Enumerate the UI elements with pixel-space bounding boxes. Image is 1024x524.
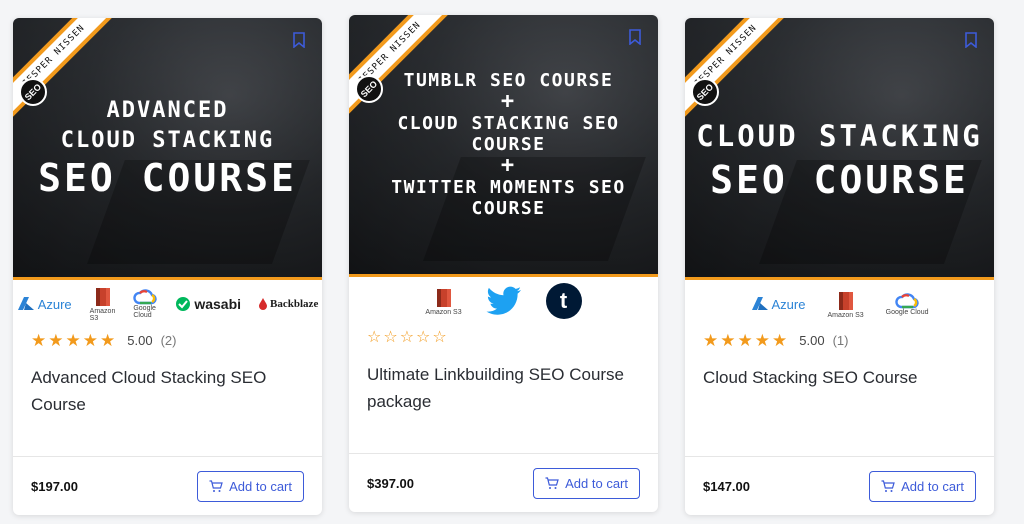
thumbnail-line: TWITTER MOMENTS SEO COURSE (391, 177, 626, 219)
logo-label: Amazon S3 (827, 311, 864, 319)
star-empty-icon: ☆ (432, 329, 447, 346)
amazon-s3-logo: Amazon S3 (425, 287, 462, 316)
rating: ☆ ☆ ☆ ☆ ☆ (349, 325, 658, 349)
product-thumbnail[interactable]: JESPER NISSEN SEO TUMBLR SEO COURSE + CL… (349, 15, 658, 277)
azure-icon (751, 297, 768, 310)
product-card[interactable]: JESPER NISSEN SEO CLOUD STACKING SEO COU… (685, 18, 994, 515)
platform-logos: Azure Amazon S3 Google Cloud wasabi Back… (13, 280, 322, 328)
amazon-s3-logo: Amazon S3 (89, 286, 116, 322)
google-cloud-logo: Google Cloud (885, 292, 929, 316)
thumbnail-line: CLOUD STACKING (60, 127, 275, 153)
bookmark-icon[interactable] (292, 32, 306, 48)
add-to-cart-button[interactable]: Add to cart (869, 470, 976, 502)
platform-logos: Azure Amazon S3 Google Cloud (685, 280, 994, 328)
wasabi-icon (176, 297, 191, 311)
rating-count: (1) (832, 332, 849, 348)
star-icon: ★ (31, 330, 47, 350)
add-to-cart-label: Add to cart (901, 478, 964, 494)
product-name[interactable]: Cloud Stacking SEO Course (685, 352, 994, 428)
star-empty-icon: ☆ (383, 329, 398, 346)
thumbnail-line: CLOUD STACKING SEO COURSE (397, 113, 620, 155)
thumbnail-line: SEO COURSE (38, 155, 297, 200)
logo-label: Google Cloud (885, 308, 929, 316)
price: $397.00 (367, 475, 414, 491)
logo-label: Amazon S3 (89, 308, 116, 322)
amazon-s3-icon (436, 288, 451, 307)
backblaze-logo: Backblaze (259, 298, 318, 310)
thumbnail-line: ADVANCED (106, 97, 229, 123)
azure-logo: Azure (17, 297, 72, 312)
cart-icon (545, 476, 559, 489)
amazon-s3-logo: Amazon S3 (827, 290, 864, 319)
rating: ★ ★ ★ ★ ★ 5.00 (2) (13, 328, 322, 352)
amazon-s3-icon (838, 291, 853, 310)
thumbnail-line: + (500, 153, 517, 178)
azure-logo: Azure (751, 296, 806, 312)
logo-label: Azure (37, 296, 72, 312)
thumbnail-line: SEO COURSE (710, 158, 969, 202)
product-name[interactable]: Advanced Cloud Stacking SEO Course (13, 352, 322, 428)
logo-label: Google Cloud (133, 305, 156, 319)
bookmark-icon[interactable] (628, 29, 642, 45)
rating-score: 5.00 (127, 332, 153, 348)
google-cloud-icon (133, 289, 158, 305)
add-to-cart-label: Add to cart (229, 478, 292, 494)
card-footer: $147.00 Add to cart (685, 456, 994, 515)
price: $147.00 (703, 478, 750, 494)
add-to-cart-button[interactable]: Add to cart (533, 467, 640, 499)
tumblr-letter: t (559, 288, 568, 313)
star-icon: ★ (48, 330, 64, 350)
thumbnail-line: TUMBLR SEO COURSE (403, 70, 614, 91)
star-icon: ★ (65, 330, 81, 350)
wasabi-logo: wasabi (175, 296, 241, 312)
logo-label: Backblaze (270, 298, 319, 310)
product-card[interactable]: JESPER NISSEN SEO ADVANCED CLOUD STACKIN… (13, 18, 322, 515)
star-icon: ★ (100, 330, 116, 350)
star-icon: ★ (703, 330, 719, 350)
azure-icon (17, 297, 34, 310)
google-cloud-icon (895, 292, 919, 308)
product-thumbnail[interactable]: JESPER NISSEN SEO CLOUD STACKING SEO COU… (685, 18, 994, 280)
price: $197.00 (31, 478, 78, 494)
flame-icon (259, 298, 268, 310)
star-icon: ★ (772, 330, 788, 350)
amazon-s3-icon (95, 288, 110, 306)
star-icon: ★ (737, 330, 753, 350)
add-to-cart-button[interactable]: Add to cart (197, 470, 304, 502)
star-empty-icon: ☆ (367, 329, 382, 346)
star-icon: ★ (754, 330, 770, 350)
cart-icon (881, 479, 895, 492)
thumbnail-line: CLOUD STACKING (696, 119, 983, 153)
star-icon: ★ (82, 330, 98, 350)
rating-score: 5.00 (799, 332, 825, 348)
product-card[interactable]: JESPER NISSEN SEO TUMBLR SEO COURSE + CL… (349, 15, 658, 512)
google-cloud-logo: Google Cloud (133, 289, 158, 319)
logo-label: Azure (771, 296, 806, 312)
rating: ★ ★ ★ ★ ★ 5.00 (1) (685, 328, 994, 352)
star-empty-icon: ☆ (399, 329, 415, 346)
product-name[interactable]: Ultimate Linkbuilding SEO Course package (349, 349, 658, 425)
card-footer: $197.00 Add to cart (13, 456, 322, 515)
card-footer: $397.00 Add to cart (349, 453, 658, 512)
star-icon: ★ (720, 330, 736, 350)
rating-count: (2) (160, 332, 177, 348)
twitter-icon (486, 286, 521, 315)
platform-logos: Amazon S3 t (349, 277, 658, 325)
star-empty-icon: ☆ (416, 329, 431, 346)
cart-icon (209, 479, 223, 492)
product-thumbnail[interactable]: JESPER NISSEN SEO ADVANCED CLOUD STACKIN… (13, 18, 322, 280)
add-to-cart-label: Add to cart (565, 475, 628, 491)
tumblr-icon: t (545, 283, 582, 319)
logo-label: wasabi (194, 296, 242, 312)
bookmark-icon[interactable] (964, 32, 978, 48)
logo-label: Amazon S3 (425, 308, 462, 316)
thumbnail-line: + (500, 89, 517, 114)
